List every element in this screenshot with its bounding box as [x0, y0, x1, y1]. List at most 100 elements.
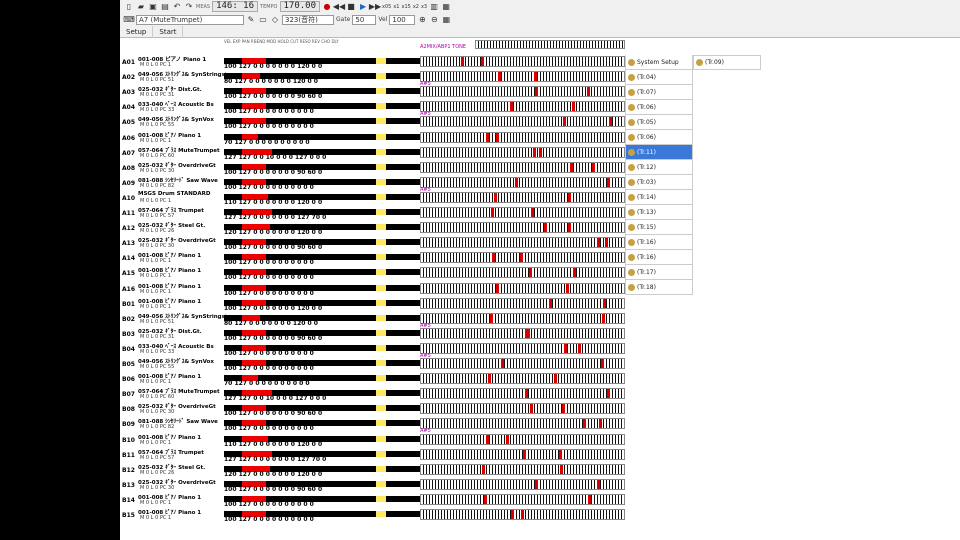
track-piano-roll[interactable]	[420, 176, 625, 188]
track-piano-roll[interactable]	[420, 267, 625, 279]
track-piano-roll[interactable]	[420, 358, 625, 369]
track-row[interactable]: B10 001-008 ﾋﾟｱﾉ Piano 1 M 0 L 0 PC 1 11…	[120, 432, 625, 448]
redo-icon[interactable]: ↷	[184, 2, 194, 12]
track-piano-roll[interactable]	[420, 161, 625, 173]
track-row[interactable]: A05 049-056 ｽﾄﾘﾝｸﾞｽ& SynVox M 0 L 0 PC 5…	[120, 114, 625, 130]
track-controls[interactable]: 100 127 0 0 0 0 0 0 0 90 60 0	[224, 160, 420, 176]
track-list-item[interactable]: (Tr.16)	[625, 235, 693, 250]
track-piano-roll[interactable]	[420, 56, 625, 67]
track-piano-roll[interactable]	[420, 116, 625, 128]
stop-icon[interactable]: ■	[346, 2, 356, 12]
event-select[interactable]: 323(音符)	[282, 14, 334, 25]
track-row[interactable]: A12 025-032 ｷﾞﾀｰ Steel Gt. M 0 L 0 PC 26…	[120, 220, 625, 236]
track-controls[interactable]: 100 127 0 0 0 0 0 0 0 0 0 0	[224, 265, 420, 281]
track-row[interactable]: B15 001-008 ﾋﾟｱﾉ Piano 1 M 0 L 0 PC 1 10…	[120, 507, 625, 523]
track-list-item[interactable]: (Tr.16)	[625, 250, 693, 265]
track-list-item[interactable]: (Tr.11)	[625, 145, 693, 160]
forward-icon[interactable]: ▶▶	[369, 2, 381, 12]
pencil-icon[interactable]: ✎	[246, 15, 256, 25]
track-controls[interactable]: 100 127 0 0 0 0 0 0 0 90 60 0	[224, 84, 420, 100]
track-row[interactable]: A04 033-040 ﾍﾞｰｽ Acoustic Bs M 0 L 0 PC …	[120, 99, 625, 117]
track-controls[interactable]: 100 127 0 0 0 0 0 0 0 0 0 0	[224, 416, 420, 432]
track-controls[interactable]: 100 127 0 0 0 0 0 0 0 90 60 0	[224, 235, 420, 251]
track-piano-roll[interactable]	[420, 463, 625, 475]
track-piano-roll[interactable]	[420, 237, 625, 249]
speed-x2[interactable]: x2	[413, 4, 419, 10]
vel-input[interactable]: 100	[389, 14, 416, 25]
track-list-item[interactable]: (Tr.14)	[625, 190, 693, 205]
undo-icon[interactable]: ↶	[172, 2, 182, 12]
track-list-item[interactable]: System Setup	[625, 55, 693, 70]
track-piano-roll[interactable]	[420, 509, 625, 520]
track-row[interactable]: B12 025-032 ｷﾞﾀｰ Steel Gt. M 0 L 0 PC 26…	[120, 462, 625, 478]
grid-icon[interactable]: ▦	[441, 15, 451, 25]
track-row[interactable]: A11 057-064 ﾌﾞﾗｽ Trumpet M 0 L 0 PC 57 1…	[120, 205, 625, 221]
track-piano-roll[interactable]	[420, 282, 625, 294]
track-list-item[interactable]: (Tr.15)	[625, 220, 693, 235]
track-piano-roll[interactable]	[420, 403, 625, 415]
track-row[interactable]: A14 001-008 ﾋﾟｱﾉ Piano 1 M 0 L 0 PC 1 10…	[120, 250, 625, 266]
track-controls[interactable]: 100 127 0 0 0 0 0 0 0 90 60 0	[224, 477, 420, 493]
track-row[interactable]: A02 049-056 ｽﾄﾘﾝｸﾞｽ& SynStrings1 M 0 L 0…	[120, 69, 625, 87]
track-piano-roll[interactable]	[420, 418, 625, 430]
track-controls[interactable]: 100 127 0 0 0 0 0 0 0 0 0 0	[224, 99, 420, 115]
record-icon[interactable]: ●	[322, 2, 332, 12]
track-row[interactable]: B01 001-008 ﾋﾟｱﾉ Piano 1 M 0 L 0 PC 1 10…	[120, 296, 625, 312]
track-row[interactable]: A01 001-008 ピアノ Piano 1 M 0 L 0 PC 1 100…	[120, 54, 625, 70]
track-controls[interactable]: 100 127 0 0 0 0 0 0 0 0 0 0	[224, 114, 420, 130]
zoom-in-icon[interactable]: ⊕	[417, 15, 427, 25]
track-controls[interactable]: 120 127 0 0 0 0 0 0 0 120 0 0	[224, 220, 420, 236]
track-piano-roll[interactable]	[420, 312, 625, 324]
track-controls[interactable]: 120 127 0 0 0 0 0 0 0 120 0 0	[224, 462, 420, 478]
track-piano-roll[interactable]	[420, 101, 625, 113]
track-row[interactable]: B03 025-032 ｷﾞﾀｰ Dist.Gt. M 0 L 0 PC 31 …	[120, 326, 625, 342]
speed-x3[interactable]: x3	[421, 4, 427, 10]
track-controls[interactable]: 100 127 0 0 0 0 0 0 0 120 0 0	[224, 296, 420, 312]
track-piano-roll[interactable]	[420, 388, 625, 400]
track-row[interactable]: A09 081-088 ｼﾝｾﾘｰﾄﾞ Saw Wave M 0 L 0 PC …	[120, 175, 625, 193]
track-piano-roll[interactable]	[420, 207, 625, 218]
track-controls[interactable]: 110 127 0 0 0 0 0 0 0 120 0 0	[224, 190, 420, 206]
track-row[interactable]: B06 001-008 ﾋﾟｱﾉ Piano 1 M 0 L 0 PC 1 70…	[120, 371, 625, 387]
track-piano-roll[interactable]	[420, 71, 625, 83]
tab-setup[interactable]: Setup	[120, 25, 154, 38]
track-list-item[interactable]: (Tr.18)	[625, 280, 693, 295]
track-list-item[interactable]: (Tr.03)	[625, 175, 693, 190]
track-row[interactable]: A10 MSGS Drum STANDARD M 0 L 0 PC 1 110 …	[120, 190, 625, 206]
track-controls[interactable]: 70 127 0 0 0 0 0 0 0 0 0 0	[224, 130, 420, 146]
track-piano-roll[interactable]	[420, 252, 625, 264]
track-list-item[interactable]: (Tr.06)	[625, 100, 693, 115]
zoom-out-icon[interactable]: ⊖	[429, 15, 439, 25]
speed-x05[interactable]: x05	[382, 4, 391, 10]
play-icon[interactable]: ▶	[358, 2, 368, 12]
track-piano-roll[interactable]	[420, 327, 625, 339]
gate-input[interactable]: 50	[352, 14, 377, 25]
print-icon[interactable]: ▤	[160, 2, 170, 12]
track-list-item-secondary[interactable]: (Tr.09)	[693, 55, 761, 70]
track-row[interactable]: B07 057-064 ﾌﾞﾗｽ MuteTrumpet M 0 L 0 PC …	[120, 386, 625, 402]
track-row[interactable]: B09 081-088 ｼﾝｾﾘｰﾄﾞ Saw Wave M 0 L 0 PC …	[120, 416, 625, 434]
track-row[interactable]: B08 025-032 ｷﾞﾀｰ OverdriveGt M 0 L 0 PC …	[120, 401, 625, 417]
track-controls[interactable]: 100 127 0 0 0 0 0 0 0 120 0 0	[224, 54, 420, 70]
track-row[interactable]: A08 025-032 ｷﾞﾀｰ OverdriveGt M 0 L 0 PC …	[120, 160, 625, 176]
chart-icon[interactable]: ▥	[429, 2, 439, 12]
track-row[interactable]: A03 025-032 ｷﾞﾀｰ Dist.Gt. M 0 L 0 PC 31 …	[120, 84, 625, 100]
track-controls[interactable]: 80 127 0 0 0 0 0 0 0 120 0 0	[224, 69, 420, 85]
track-row[interactable]: B05 049-056 ｽﾄﾘﾝｸﾞｽ& SynVox M 0 L 0 PC 5…	[120, 356, 625, 372]
track-controls[interactable]: 100 127 0 0 0 0 0 0 0 90 60 0	[224, 401, 420, 417]
track-list-item[interactable]: (Tr.06)	[625, 130, 693, 145]
track-controls[interactable]: 100 127 0 0 0 0 0 0 0 0 0 0	[224, 507, 420, 523]
track-piano-roll[interactable]	[420, 448, 625, 460]
track-controls[interactable]: 100 127 0 0 0 0 0 0 0 0 0 0	[224, 492, 420, 508]
track-controls[interactable]: 127 127 0 0 0 0 0 0 0 127 70 0	[224, 447, 420, 463]
track-row[interactable]: B13 025-032 ｷﾞﾀｰ OverdriveGt M 0 L 0 PC …	[120, 477, 625, 493]
track-piano-roll[interactable]	[420, 478, 625, 490]
track-controls[interactable]: 80 127 0 0 0 0 0 0 0 120 0 0	[224, 311, 420, 327]
track-select[interactable]: A7 (MuteTrumpet)	[136, 14, 244, 25]
speed-x1[interactable]: x1	[393, 4, 399, 10]
track-list-item[interactable]: (Tr.12)	[625, 160, 693, 175]
track-piano-roll[interactable]	[420, 131, 625, 143]
keyboard-icon[interactable]: ⌨	[123, 15, 135, 25]
track-controls[interactable]: 127 127 0 0 10 0 0 0 127 0 0 0	[224, 386, 420, 402]
track-list-item[interactable]: (Tr.04)	[625, 70, 693, 85]
